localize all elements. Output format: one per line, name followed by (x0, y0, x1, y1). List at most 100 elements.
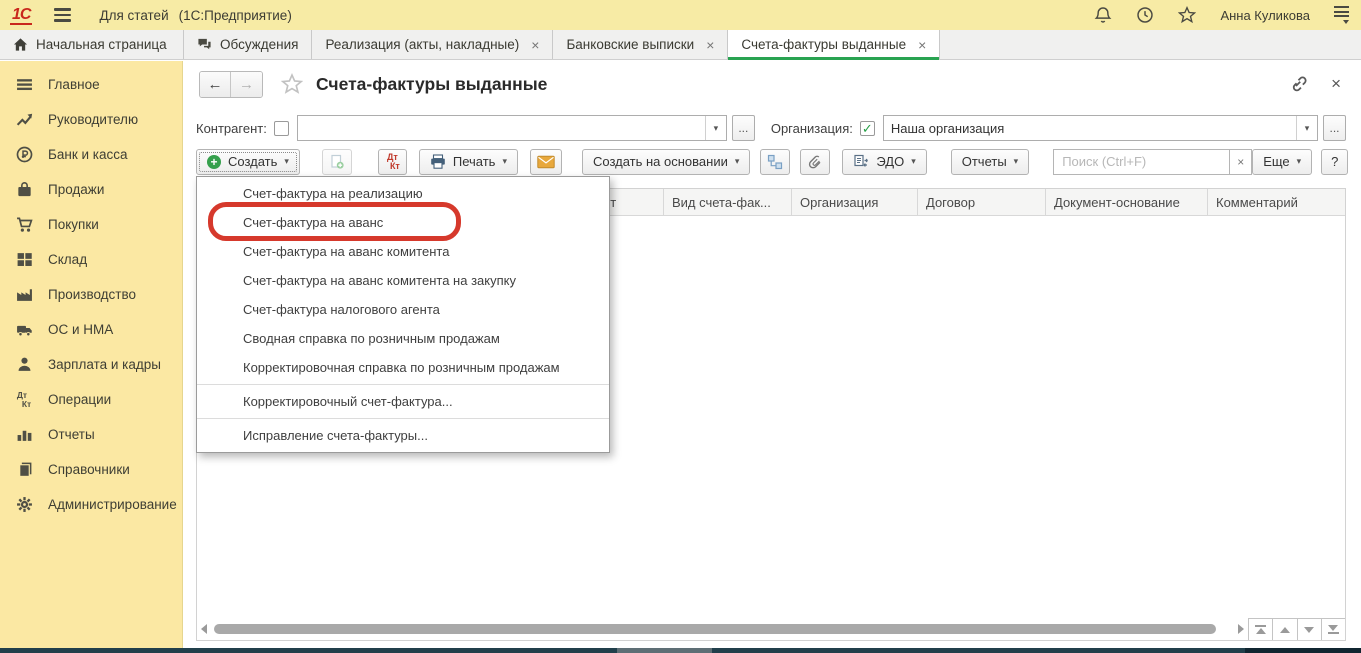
menu-item-corrective-invoice[interactable]: Корректировочный счет-фактура... (197, 387, 609, 416)
sidebar-item-payroll-hr[interactable]: Зарплата и кадры (0, 347, 182, 382)
scrollbar-track[interactable] (214, 624, 1231, 634)
notifications-bell-icon[interactable] (1094, 6, 1112, 24)
menu-item-invoice-realization[interactable]: Счет-фактура на реализацию (197, 179, 609, 208)
sidebar-item-manager[interactable]: Руководителю (0, 102, 182, 137)
more-button[interactable]: Еще ▾ (1252, 149, 1312, 175)
help-button[interactable]: ? (1321, 149, 1348, 175)
caret-down-icon: ▾ (502, 156, 507, 167)
favorites-star-icon[interactable] (1178, 6, 1196, 24)
menu-item-invoice-advance[interactable]: Счет-фактура на аванс (197, 208, 609, 237)
paperclip-icon (807, 154, 823, 170)
contragent-choose-button[interactable]: ... (732, 115, 755, 141)
column-header-contract[interactable]: Договор (918, 189, 1046, 215)
sidebar-item-fixed-assets[interactable]: ОС и НМА (0, 312, 182, 347)
tab-realization-documents[interactable]: Реализация (акты, накладные) × (312, 30, 553, 59)
tab-close-icon[interactable]: × (706, 37, 714, 53)
send-email-button[interactable] (530, 149, 562, 175)
create-based-on-button[interactable]: Создать на основании ▾ (582, 149, 750, 175)
service-menu-icon[interactable] (1334, 6, 1349, 24)
dtkt-icon: ДтКт (15, 391, 33, 409)
sidebar-item-purchases[interactable]: Покупки (0, 207, 182, 242)
edo-button[interactable]: ЭДО ▾ (842, 149, 926, 175)
factory-icon (15, 286, 33, 304)
search-clear-icon[interactable]: × (1229, 149, 1252, 175)
go-to-last-row-button[interactable] (1321, 619, 1345, 640)
sidebar-item-bank-cash[interactable]: Банк и касса (0, 137, 182, 172)
reports-button[interactable]: Отчеты ▾ (951, 149, 1029, 175)
menu-item-summary-retail-sales[interactable]: Сводная справка по розничным продажам (197, 324, 609, 353)
sections-sidebar: Главное Руководителю Банк и касса Продаж… (0, 61, 183, 648)
menu-item-correction-summary-retail-sales[interactable]: Корректировочная справка по розничным пр… (197, 353, 609, 382)
sidebar-item-label: Администрирование (48, 497, 177, 512)
command-toolbar: + Создать ▾ ДтКт Печать ▾ Создать на осн… (196, 148, 1346, 175)
sidebar-item-label: Отчеты (48, 427, 95, 442)
show-postings-button[interactable]: ДтКт (378, 149, 407, 175)
organization-dropdown-arrow-icon[interactable]: ▾ (1296, 116, 1317, 140)
column-header-comment[interactable]: Комментарий (1208, 189, 1345, 215)
scrollbar-thumb[interactable] (214, 624, 1216, 634)
sidebar-item-warehouse[interactable]: Склад (0, 242, 182, 277)
contragent-filter-checkbox[interactable] (274, 121, 289, 136)
tab-bank-statements[interactable]: Банковские выписки × (553, 30, 728, 59)
sidebar-item-directories[interactable]: Справочники (0, 452, 182, 487)
tab-issued-invoices[interactable]: Счета-фактуры выданные × (728, 30, 940, 59)
column-header-invoice-type[interactable]: Вид счета-фак... (664, 189, 792, 215)
sidebar-item-reports[interactable]: Отчеты (0, 417, 182, 452)
gear-icon (15, 496, 33, 514)
tab-discussions[interactable]: Обсуждения (184, 30, 312, 59)
search-input[interactable] (1053, 149, 1229, 175)
create-button[interactable]: + Создать ▾ (196, 149, 300, 175)
back-button[interactable]: ← (200, 72, 231, 97)
add-to-favorites-star-icon[interactable] (281, 73, 303, 95)
sidebar-item-sales[interactable]: Продажи (0, 172, 182, 207)
document-structure-button[interactable] (760, 149, 790, 175)
copy-button[interactable] (322, 149, 352, 175)
menu-item-invoice-advance-committent-purchase[interactable]: Счет-фактура на аванс комитента на закуп… (197, 266, 609, 295)
sidebar-item-administration[interactable]: Администрирование (0, 487, 182, 522)
horizontal-scrollbar[interactable] (197, 618, 1248, 640)
close-panel-icon[interactable]: × (1331, 74, 1341, 94)
current-user-name[interactable]: Анна Куликова (1220, 8, 1310, 23)
main-menu-icon[interactable] (54, 8, 71, 21)
contragent-dropdown-arrow-icon[interactable]: ▾ (705, 116, 726, 140)
bag-icon (15, 181, 33, 199)
sidebar-item-production[interactable]: Производство (0, 277, 182, 312)
sidebar-item-label: Покупки (48, 217, 99, 232)
sidebar-item-label: Продажи (48, 182, 104, 197)
tab-close-icon[interactable]: × (918, 37, 926, 53)
tab-home-page[interactable]: Начальная страница (0, 30, 184, 59)
menu-item-invoice-fix[interactable]: Исправление счета-фактуры... (197, 421, 609, 450)
get-link-icon[interactable] (1288, 75, 1307, 94)
history-icon[interactable] (1136, 6, 1154, 24)
sidebar-item-operations[interactable]: ДтКт Операции (0, 382, 182, 417)
contragent-input[interactable] (298, 116, 705, 140)
go-to-first-row-button[interactable] (1249, 619, 1272, 640)
books-icon (15, 461, 33, 479)
sidebar-item-main[interactable]: Главное (0, 67, 182, 102)
organization-filter-checkbox[interactable]: ✓ (860, 121, 875, 136)
edo-documents-icon (853, 154, 869, 170)
menu-item-invoice-tax-agent[interactable]: Счет-фактура налогового агента (197, 295, 609, 324)
reports-button-label: Отчеты (962, 154, 1007, 169)
menu-item-invoice-advance-committent[interactable]: Счет-фактура на аванс комитента (197, 237, 609, 266)
scroll-left-icon[interactable] (201, 624, 207, 634)
forward-button[interactable]: → (231, 72, 262, 97)
organization-input[interactable] (884, 116, 1296, 140)
print-button[interactable]: Печать ▾ (419, 149, 518, 175)
next-row-button[interactable] (1297, 619, 1321, 640)
previous-row-button[interactable] (1272, 619, 1296, 640)
tab-close-icon[interactable]: × (531, 37, 539, 53)
scroll-right-icon[interactable] (1238, 624, 1244, 634)
column-header-organization[interactable]: Организация (792, 189, 918, 215)
attachments-button[interactable] (800, 149, 830, 175)
organization-choose-button[interactable]: ... (1323, 115, 1346, 141)
panel-header: ← → Счета-фактуры выданные × (183, 61, 1361, 107)
sidebar-item-label: Руководителю (48, 112, 138, 127)
create-dropdown-menu: Счет-фактура на реализацию Счет-фактура … (196, 176, 610, 453)
printer-icon (430, 154, 446, 170)
column-header-base-document[interactable]: Документ-основание (1046, 189, 1208, 215)
tab-label: Начальная страница (36, 37, 167, 52)
create-based-on-label: Создать на основании (593, 154, 728, 169)
tab-label: Обсуждения (220, 37, 298, 52)
organization-filter-combo: ▾ (883, 115, 1318, 141)
